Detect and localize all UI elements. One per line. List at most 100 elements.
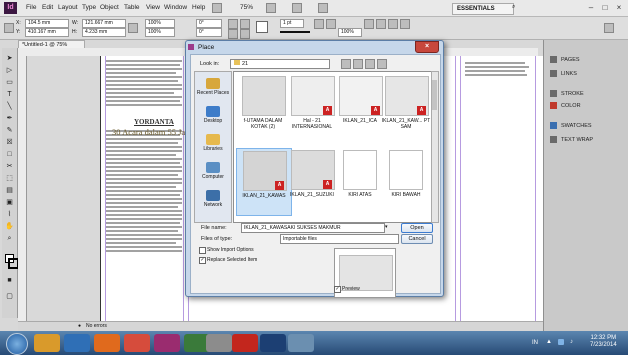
fitting-icon[interactable]: [364, 19, 374, 29]
file-item[interactable]: A Hal - 21 INTERNASIONAL: [285, 76, 339, 142]
start-button[interactable]: [6, 333, 28, 355]
menu-edit[interactable]: Edit: [42, 4, 53, 11]
open-button[interactable]: Open: [401, 223, 433, 233]
language-indicator[interactable]: IN: [532, 340, 538, 346]
control-panel-menu-icon[interactable]: [604, 23, 614, 33]
rectangle-tool-icon[interactable]: □: [5, 150, 14, 159]
cancel-button[interactable]: Cancel: [401, 234, 433, 244]
menu-layout[interactable]: Layout: [58, 4, 78, 11]
rotation-field[interactable]: 0°: [196, 19, 222, 28]
menu-window[interactable]: Window: [164, 4, 187, 11]
media-player-icon[interactable]: [64, 334, 90, 352]
place-computer[interactable]: Computer: [196, 162, 230, 180]
file-item[interactable]: KIRI BAWAH: [379, 148, 433, 214]
minimize-button[interactable]: –: [585, 2, 597, 13]
explorer-icon[interactable]: [34, 334, 60, 352]
pen-tool-icon[interactable]: ✒: [5, 114, 14, 123]
volume-icon[interactable]: ♪: [570, 339, 573, 345]
scale-x-field[interactable]: 100%: [145, 19, 175, 28]
center-content-icon[interactable]: [388, 19, 398, 29]
text-wrap-control-icon[interactable]: [400, 19, 410, 29]
line-tool-icon[interactable]: ╲: [5, 102, 14, 111]
fit-frame-icon[interactable]: [376, 19, 386, 29]
page-tool-icon[interactable]: ▭: [5, 78, 14, 87]
gradient-tool-icon[interactable]: ▤: [5, 186, 14, 195]
view-menu-icon[interactable]: [377, 59, 387, 69]
menu-type[interactable]: Type: [82, 4, 96, 11]
arrange-documents-icon[interactable]: [318, 3, 328, 13]
align-icon[interactable]: [314, 19, 324, 29]
firefox-icon[interactable]: [94, 334, 120, 352]
preview-checkbox[interactable]: ✓: [334, 286, 341, 293]
search-icon[interactable]: ⌕: [512, 4, 515, 11]
select-container-icon[interactable]: [228, 29, 238, 39]
selection-tool-icon[interactable]: ➤: [5, 54, 14, 63]
menu-object[interactable]: Object: [100, 4, 119, 11]
scrollbar-thumb[interactable]: [432, 80, 437, 110]
fx-effects-icon[interactable]: [326, 19, 336, 29]
eyedropper-tool-icon[interactable]: ⌇: [5, 210, 14, 219]
y-field[interactable]: 410.167 mm: [25, 28, 69, 37]
bridge-icon[interactable]: [212, 3, 222, 13]
direct-selection-tool-icon[interactable]: ▷: [5, 66, 14, 75]
apply-color-icon[interactable]: ■: [5, 276, 14, 285]
free-transform-tool-icon[interactable]: ⬚: [5, 174, 14, 183]
panel-links[interactable]: LINKS: [550, 70, 577, 77]
view-options-icon[interactable]: [266, 3, 276, 13]
place-libraries[interactable]: Libraries: [196, 134, 230, 152]
up-folder-icon[interactable]: [353, 59, 363, 69]
place-recent[interactable]: Recent Places: [196, 78, 230, 96]
panel-color[interactable]: COLOR: [550, 102, 581, 109]
panel-pages[interactable]: PAGES: [550, 56, 580, 63]
preflight-status[interactable]: No errors: [86, 322, 107, 331]
flip-vertical-icon[interactable]: [240, 19, 250, 29]
shear-field[interactable]: 0°: [196, 28, 222, 37]
chevron-down-icon[interactable]: ▾: [385, 224, 388, 230]
panel-text-wrap[interactable]: TEXT WRAP: [550, 136, 593, 143]
stroke-type-line[interactable]: [280, 31, 310, 33]
file-type-select[interactable]: Importable files: [280, 234, 399, 244]
look-in-select[interactable]: 21: [230, 59, 330, 69]
acrobat-icon[interactable]: [232, 334, 258, 352]
menu-view[interactable]: View: [146, 4, 160, 11]
flip-horizontal-icon[interactable]: [228, 19, 238, 29]
clock[interactable]: 12:32 PM 7/23/2014: [590, 335, 617, 349]
menu-file[interactable]: File: [26, 4, 36, 11]
place-desktop[interactable]: Desktop: [196, 106, 230, 124]
rectangle-frame-tool-icon[interactable]: ☒: [5, 138, 14, 147]
text-frame[interactable]: [106, 58, 184, 318]
back-icon[interactable]: [341, 59, 351, 69]
stroke-weight-field[interactable]: 1 pt: [280, 19, 304, 28]
dialog-close-button[interactable]: ×: [415, 41, 439, 53]
constrain-proportions-icon[interactable]: [128, 23, 138, 33]
hand-tool-icon[interactable]: ✋: [5, 222, 14, 231]
chrome-icon[interactable]: [124, 334, 150, 352]
note-tool-icon[interactable]: ▣: [5, 198, 14, 207]
tray-arrow-icon[interactable]: ▲: [546, 339, 552, 345]
menu-table[interactable]: Table: [124, 4, 140, 11]
opacity-field[interactable]: 100%: [338, 28, 362, 37]
place-network[interactable]: Network: [196, 190, 230, 208]
type-tool-icon[interactable]: T: [5, 90, 14, 99]
file-item[interactable]: f-UTAMA DALAM KOTAK (2): [236, 76, 290, 142]
file-name-input[interactable]: IKLAN_21_KAWASAKI SUKSES MAKMUR: [241, 223, 385, 233]
file-item-selected[interactable]: A IKLAN_21_KAWAS: [236, 148, 292, 216]
new-folder-icon[interactable]: [365, 59, 375, 69]
network-tray-icon[interactable]: [558, 339, 564, 345]
panel-swatches[interactable]: SWATCHES: [550, 122, 592, 129]
show-import-options-checkbox[interactable]: [199, 247, 206, 254]
text-frame-right[interactable]: [465, 60, 533, 315]
fill-swatch[interactable]: [256, 21, 268, 33]
pencil-tool-icon[interactable]: ✎: [5, 126, 14, 135]
file-list-scrollbar[interactable]: [431, 71, 439, 223]
settings-taskbar-icon[interactable]: [206, 334, 232, 352]
close-button[interactable]: ×: [613, 2, 625, 13]
file-item[interactable]: A IKLAN_21_KAW... PT SAM: [379, 76, 433, 142]
scissors-tool-icon[interactable]: ✂: [5, 162, 14, 171]
file-item[interactable]: A IKLAN_21_SUZUKI: [285, 148, 339, 214]
reference-point-icon[interactable]: [4, 23, 14, 33]
screen-mode-icon[interactable]: [292, 3, 302, 13]
photoshop-icon[interactable]: [260, 334, 286, 352]
zoom-tool-icon[interactable]: ⌕: [5, 234, 14, 243]
x-field[interactable]: 104.5 mm: [25, 19, 69, 28]
